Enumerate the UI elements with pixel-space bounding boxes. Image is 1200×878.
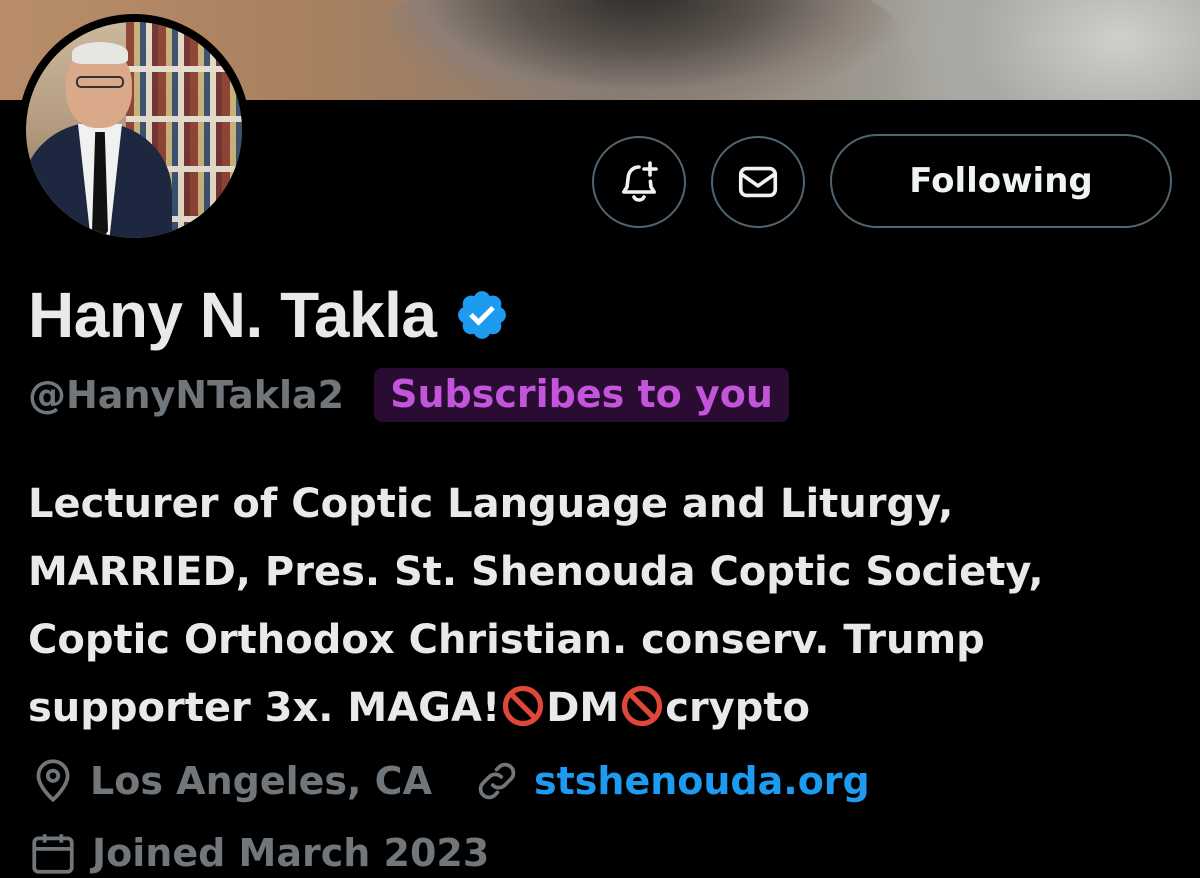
profile-bio: Lecturer of Coptic Language and Liturgy,… [28,470,1178,742]
profile-meta: Los Angeles, CA stshenouda.org [28,756,870,806]
handle-row: @HanyNTakla2 Subscribes to you [28,368,789,422]
banner-image-detail [380,0,900,100]
bio-line: MARRIED, Pres. St. Shenouda Coptic Socie… [28,549,1044,595]
link-icon [478,762,516,800]
profile-joined: Joined March 2023 [28,828,489,878]
envelope-icon [738,166,778,198]
bio-text: crypto [665,685,810,731]
bio-text: DM [546,685,620,731]
avatar[interactable] [18,14,250,246]
profile-name: Hany N. Takla [28,279,437,351]
verified-badge-icon[interactable] [454,287,510,343]
avatar-photo [26,22,242,238]
calendar-icon [32,834,74,874]
profile-name-row: Hany N. Takla [28,278,510,352]
prohibited-emoji-icon [622,685,663,727]
bio-line: Coptic Orthodox Christian. conserv. Trum… [28,617,985,663]
following-button[interactable]: Following [830,134,1172,228]
profile-website-link[interactable]: stshenouda.org [534,759,870,803]
location-pin-icon [36,759,70,803]
joined-date: Joined March 2023 [92,831,490,875]
profile-handle: @HanyNTakla2 [28,373,345,417]
bell-plus-icon [622,161,658,202]
bio-text: supporter 3x. MAGA! [28,685,501,731]
person-hair [72,42,128,64]
profile-location: Los Angeles, CA [90,759,432,803]
message-button[interactable] [711,136,805,228]
prohibited-emoji-icon [503,685,544,727]
subscribes-badge: Subscribes to you [374,368,789,422]
bio-line: Lecturer of Coptic Language and Liturgy, [28,481,954,527]
notifications-button[interactable] [592,136,686,228]
bio-line-last: supporter 3x. MAGA! DM crypto [28,674,1178,742]
person-glasses [76,76,124,88]
